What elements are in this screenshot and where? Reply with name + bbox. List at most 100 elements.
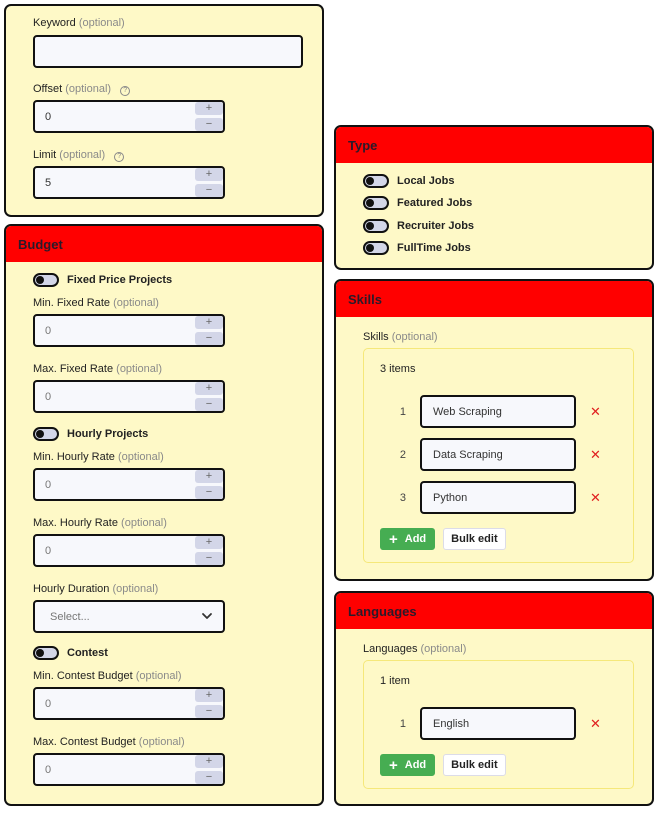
increment-button[interactable]: + <box>195 316 223 329</box>
decrement-button[interactable]: − <box>195 398 223 411</box>
offset-input[interactable]: 0 + − <box>33 100 225 133</box>
local-jobs-toggle-row: Local Jobs <box>363 173 454 189</box>
recruiter-jobs-toggle[interactable] <box>363 219 389 233</box>
language-input[interactable]: English <box>420 707 576 740</box>
decrement-button[interactable]: − <box>195 184 223 197</box>
skills-label: Skills (optional) <box>363 331 438 343</box>
toggle-knob <box>36 430 44 438</box>
languages-actions: + Add Bulk edit <box>380 754 506 776</box>
plus-icon: + <box>389 756 398 774</box>
list-item: 2 Data Scraping ✕ <box>364 438 633 471</box>
min-contest-input[interactable]: 0 + − <box>33 687 225 720</box>
fulltime-jobs-toggle-row: FullTime Jobs <box>363 240 471 256</box>
chevron-down-icon <box>202 613 212 619</box>
max-fixed-input[interactable]: 0 + − <box>33 380 225 413</box>
increment-button[interactable]: + <box>195 102 223 115</box>
budget-title: Budget <box>6 226 322 262</box>
hourly-toggle-row: Hourly Projects <box>33 426 148 442</box>
featured-jobs-toggle-row: Featured Jobs <box>363 195 472 211</box>
item-index: 2 <box>399 448 406 461</box>
decrement-button[interactable]: − <box>195 705 223 718</box>
increment-button[interactable]: + <box>195 470 223 483</box>
min-contest-label: Min. Contest Budget (optional) <box>33 670 182 682</box>
increment-button[interactable]: + <box>195 536 223 549</box>
skills-actions: + Add Bulk edit <box>380 528 506 550</box>
delete-icon[interactable]: ✕ <box>590 447 601 463</box>
decrement-button[interactable]: − <box>195 118 223 131</box>
toggle-knob <box>36 649 44 657</box>
toggle-knob <box>366 222 374 230</box>
skill-input[interactable]: Data Scraping <box>420 438 576 471</box>
item-index: 1 <box>399 717 406 730</box>
offset-stepper: + − <box>195 102 223 131</box>
add-skill-button[interactable]: + Add <box>380 528 436 550</box>
bulk-edit-languages-button[interactable]: Bulk edit <box>443 754 506 776</box>
help-icon[interactable]: ? <box>114 152 125 162</box>
add-language-button[interactable]: + Add <box>380 754 436 776</box>
languages-card: Languages Languages (optional) 1 item 1 … <box>334 591 654 806</box>
toggle-knob <box>366 177 374 185</box>
increment-button[interactable]: + <box>195 689 223 702</box>
min-hourly-input[interactable]: 0 + − <box>33 468 225 501</box>
max-contest-input[interactable]: 0 + − <box>33 753 225 786</box>
type-title: Type <box>336 127 652 163</box>
help-icon[interactable]: ? <box>120 86 131 96</box>
search-card: Keyword (optional) Offset (optional) ? 0… <box>4 4 324 217</box>
hourly-projects-toggle[interactable] <box>33 427 59 441</box>
increment-button[interactable]: + <box>195 168 223 181</box>
stepper: + − <box>195 536 223 565</box>
min-hourly-label: Min. Hourly Rate (optional) <box>33 451 164 463</box>
fixed-price-toggle[interactable] <box>33 273 59 287</box>
limit-label: Limit (optional) ? <box>33 148 125 162</box>
delete-icon[interactable]: ✕ <box>590 716 601 732</box>
limit-stepper: + − <box>195 168 223 197</box>
hourly-duration-label: Hourly Duration (optional) <box>33 583 159 595</box>
increment-button[interactable]: + <box>195 382 223 395</box>
stepper: + − <box>195 755 223 784</box>
languages-title: Languages <box>336 593 652 629</box>
decrement-button[interactable]: − <box>195 486 223 499</box>
item-index: 1 <box>399 405 406 418</box>
offset-label: Offset (optional) ? <box>33 82 131 96</box>
decrement-button[interactable]: − <box>195 552 223 565</box>
max-hourly-input[interactable]: 0 + − <box>33 534 225 567</box>
min-fixed-label: Min. Fixed Rate (optional) <box>33 297 159 309</box>
stepper: + − <box>195 470 223 499</box>
type-card: Type Local Jobs Featured Jobs Recruiter … <box>334 125 654 270</box>
bulk-edit-skills-button[interactable]: Bulk edit <box>443 528 506 550</box>
languages-label: Languages (optional) <box>363 643 467 655</box>
keyword-input[interactable] <box>33 35 303 68</box>
stepper: + − <box>195 689 223 718</box>
max-fixed-label: Max. Fixed Rate (optional) <box>33 363 163 375</box>
languages-list: 1 item 1 English ✕ + Add Bulk edit <box>363 660 634 789</box>
skill-input[interactable]: Web Scraping <box>420 395 576 428</box>
delete-icon[interactable]: ✕ <box>590 404 601 420</box>
keyword-label: Keyword (optional) <box>33 17 125 29</box>
list-item: 3 Python ✕ <box>364 481 633 514</box>
max-contest-label: Max. Contest Budget (optional) <box>33 736 185 748</box>
stepper: + − <box>195 316 223 345</box>
increment-button[interactable]: + <box>195 755 223 768</box>
fixed-price-toggle-row: Fixed Price Projects <box>33 272 172 288</box>
decrement-button[interactable]: − <box>195 332 223 345</box>
limit-input[interactable]: 5 + − <box>33 166 225 199</box>
contest-toggle-row: Contest <box>33 645 108 661</box>
hourly-duration-select[interactable]: Select... <box>33 600 225 633</box>
delete-icon[interactable]: ✕ <box>590 490 601 506</box>
local-jobs-toggle[interactable] <box>363 174 389 188</box>
decrement-button[interactable]: − <box>195 771 223 784</box>
list-item: 1 English ✕ <box>364 707 633 740</box>
featured-jobs-toggle[interactable] <box>363 196 389 210</box>
skills-count: 3 items <box>380 363 416 375</box>
toggle-knob <box>366 199 374 207</box>
skill-input[interactable]: Python <box>420 481 576 514</box>
max-hourly-label: Max. Hourly Rate (optional) <box>33 517 167 529</box>
list-item: 1 Web Scraping ✕ <box>364 395 633 428</box>
recruiter-jobs-toggle-row: Recruiter Jobs <box>363 218 474 234</box>
min-fixed-input[interactable]: 0 + − <box>33 314 225 347</box>
item-index: 3 <box>399 491 406 504</box>
budget-card: Budget Fixed Price Projects Min. Fixed R… <box>4 224 324 806</box>
fulltime-jobs-toggle[interactable] <box>363 241 389 255</box>
skills-card: Skills Skills (optional) 3 items 1 Web S… <box>334 279 654 581</box>
contest-toggle[interactable] <box>33 646 59 660</box>
